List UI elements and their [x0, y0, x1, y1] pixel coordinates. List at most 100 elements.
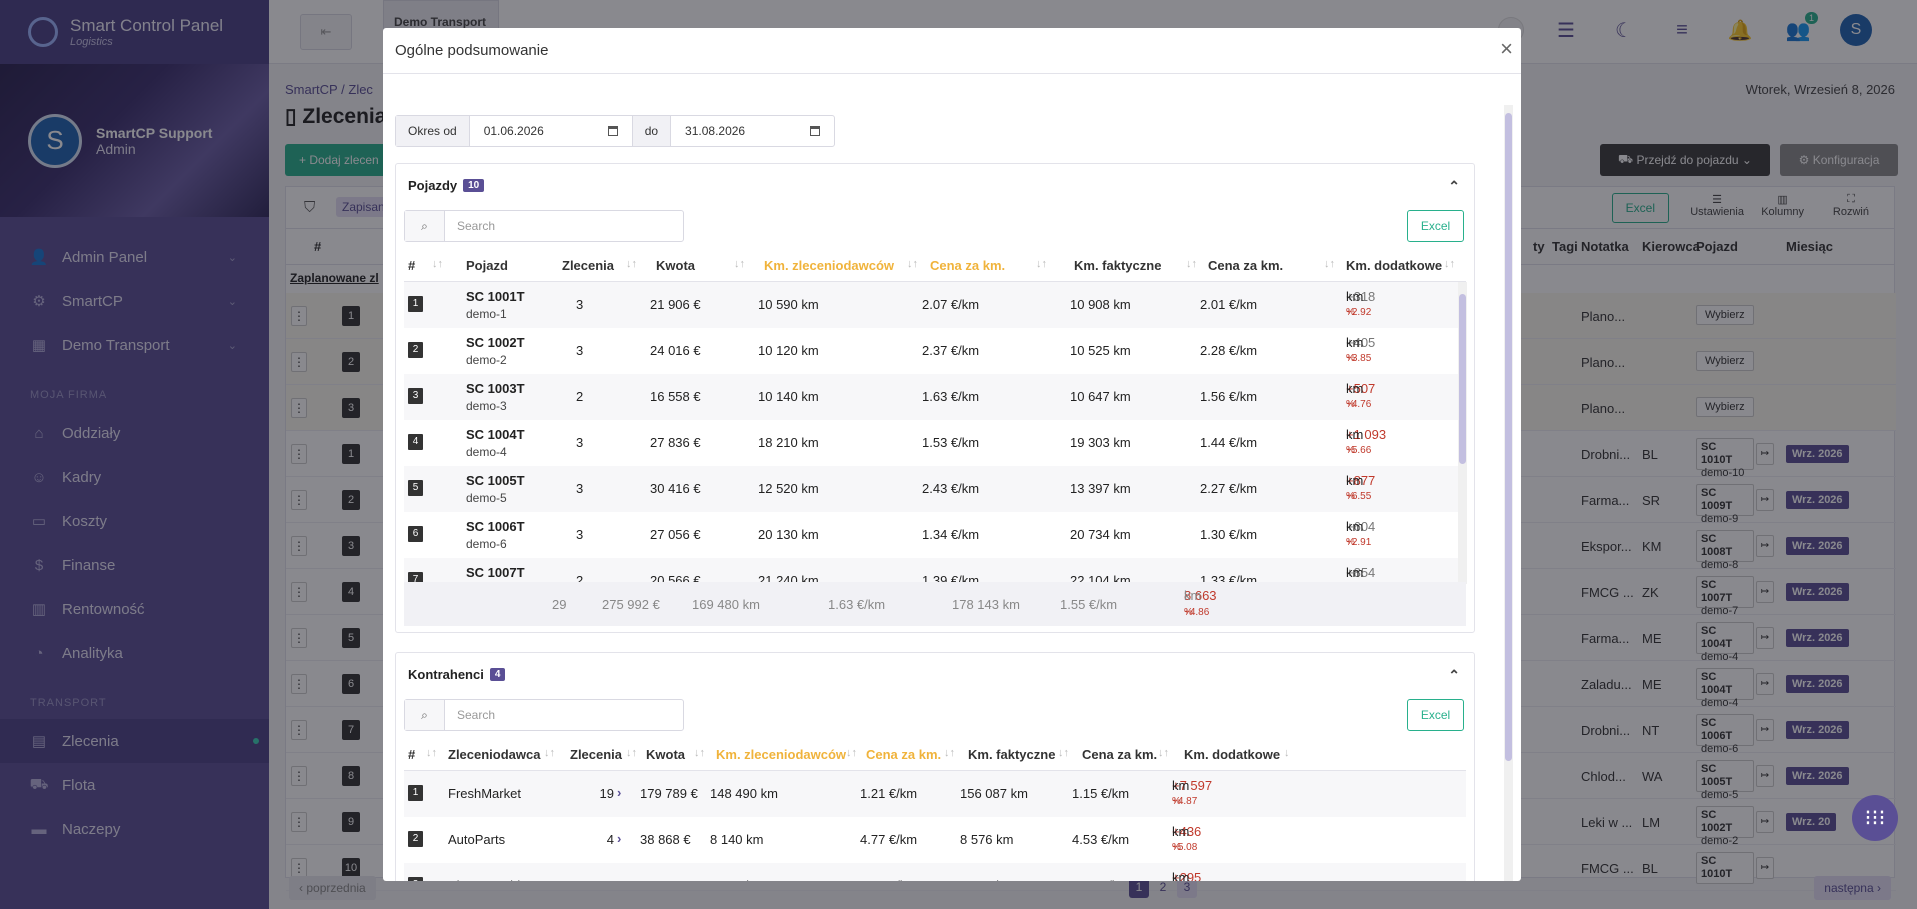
col-km-faktyczne[interactable]: Km. faktyczne: [1074, 258, 1161, 273]
vehicles-search[interactable]: ⌕ Search: [404, 210, 684, 242]
col-cena-za-km[interactable]: Cena za km.: [930, 258, 1005, 273]
scrollbar-thumb[interactable]: [1505, 113, 1512, 761]
sort-icon[interactable]: ↓↑: [544, 747, 555, 759]
vehicle-km: 10 140 km: [758, 389, 819, 404]
sort-icon[interactable]: ↓↑: [626, 258, 637, 270]
col-cena-za-km-real[interactable]: Cena za km.: [1082, 747, 1157, 762]
col-zlecenia[interactable]: Zlecenia: [570, 747, 622, 762]
client-km: 148 490 km: [710, 786, 778, 801]
chevron-right-icon[interactable]: ›: [617, 785, 621, 800]
clients-search[interactable]: ⌕ Search: [404, 699, 684, 731]
vehicles-scrollbar[interactable]: [1458, 282, 1467, 584]
vehicle-real-price: 2.01 €/km: [1200, 297, 1258, 312]
km-unit: km: [1346, 427, 1364, 442]
modal-title: Ogólne podsumowanie: [395, 42, 549, 59]
clients-search-input[interactable]: Search: [445, 700, 495, 730]
vehicle-km: 12 520 km: [758, 481, 819, 496]
sort-icon[interactable]: ↓↑: [1186, 258, 1197, 270]
vehicle-amount: 24 016 €: [650, 343, 701, 358]
sort-icon[interactable]: ↓↑: [694, 747, 705, 759]
col-kwota[interactable]: Kwota: [656, 258, 695, 273]
total-price: 1.63 €/km: [828, 597, 886, 612]
col-km-zleceniodawcow[interactable]: Km. zleceniodawców: [716, 747, 846, 762]
vehicle-reg: SC 1007T: [466, 565, 525, 580]
vehicle-row[interactable]: 2 SC 1002T demo-2 3 24 016 € 10 120 km 2.37 €/…: [404, 328, 1466, 374]
vehicle-real-price: 2.27 €/km: [1200, 481, 1258, 496]
sort-icon[interactable]: ↓↑: [1324, 258, 1335, 270]
sort-icon[interactable]: ↓↑: [426, 747, 437, 759]
vehicle-row[interactable]: 7 SC 1007T 2 20 566 € 21 240 km 1.39 €/km 22 1…: [404, 558, 1466, 582]
pct-unit: %: [1346, 491, 1355, 502]
calendar-icon[interactable]: [607, 126, 618, 136]
vehicle-row[interactable]: 1 SC 1001T demo-1 3 21 906 € 10 590 km 2.07 €/…: [404, 282, 1466, 328]
sort-icon[interactable]: ↓↑: [734, 258, 745, 270]
modal-header: Ogólne podsumowanie ×: [383, 28, 1521, 74]
modal-scrollbar[interactable]: [1504, 105, 1513, 881]
client-orders: 19: [599, 786, 614, 801]
client-real-km: 7 545 km: [960, 878, 1013, 881]
sort-icon[interactable]: ↓↑: [846, 747, 857, 759]
row-number: 4: [408, 434, 423, 450]
vehicle-name: demo-3: [466, 399, 507, 413]
total-km: 169 480 km: [692, 597, 760, 612]
sort-icon[interactable]: ↓↑: [1058, 747, 1069, 759]
client-price: 4.77 €/km: [860, 832, 918, 847]
vehicle-row[interactable]: 6 SC 1006T demo-6 3 27 056 € 20 130 km 1.34 €/…: [404, 512, 1466, 558]
col-km-faktyczne[interactable]: Km. faktyczne: [968, 747, 1055, 762]
chevron-right-icon[interactable]: ›: [617, 877, 621, 881]
vehicle-row[interactable]: 4 SC 1004T demo-4 3 27 836 € 18 210 km 1.53 €/…: [404, 420, 1466, 466]
sort-icon[interactable]: ↓↑: [907, 258, 918, 270]
sort-icon[interactable]: ↓↑: [1036, 258, 1047, 270]
client-km: 8 140 km: [710, 832, 764, 847]
sort-icon[interactable]: ↓↑: [1158, 747, 1169, 759]
clients-excel-button[interactable]: Excel: [1407, 699, 1464, 731]
scrollbar-thumb[interactable]: [1459, 294, 1466, 464]
col-kwota[interactable]: Kwota: [646, 747, 685, 762]
close-icon[interactable]: ×: [1500, 38, 1513, 60]
vehicle-price: 2.07 €/km: [922, 297, 980, 312]
col-cena-za-km-real[interactable]: Cena za km.: [1208, 258, 1283, 273]
vehicles-totals-row: 29 275 992 € 169 480 km 1.63 €/km 178 14…: [404, 582, 1466, 626]
vehicles-title: Pojazdy: [408, 177, 458, 193]
sort-icon[interactable]: ↓↑: [1444, 258, 1455, 270]
col-km-zleceniodawcow[interactable]: Km. zleceniodawców: [764, 258, 894, 273]
col-hash: #: [408, 258, 416, 273]
chevron-right-icon[interactable]: ›: [617, 831, 621, 846]
clients-card-header[interactable]: Kontrahenci 4 ⌃: [396, 653, 1474, 695]
col-zleceniodawca[interactable]: Zleceniodawca: [448, 747, 540, 762]
vehicle-real-km: 22 104 km: [1070, 573, 1131, 582]
vehicle-row[interactable]: 5 SC 1005T demo-5 3 30 416 € 12 520 km 2.43 €/…: [404, 466, 1466, 512]
vehicles-card-header[interactable]: Pojazdy 10 ⌃: [396, 164, 1474, 206]
sort-icon[interactable]: ↓: [1284, 747, 1290, 759]
period-from-input[interactable]: 01.06.2026: [470, 116, 633, 146]
vehicle-row[interactable]: 3 SC 1003T demo-3 2 16 558 € 10 140 km 1.63 €/…: [404, 374, 1466, 420]
client-row[interactable]: 2 AutoParts 4 › 38 868 € 8 140 km 4.77 €/km 8 5…: [404, 817, 1466, 863]
sort-icon[interactable]: ↓↑: [626, 747, 637, 759]
clients-title: Kontrahenci: [408, 666, 484, 682]
km-unit: km: [1346, 473, 1364, 488]
sort-icon[interactable]: ↓↑: [944, 747, 955, 759]
sort-icon[interactable]: ↓↑: [432, 258, 443, 270]
km-unit: km: [1172, 778, 1190, 793]
chevron-up-icon[interactable]: ⌃: [1448, 178, 1460, 195]
col-pojazd[interactable]: Pojazd: [466, 258, 508, 273]
pct-unit: %: [1346, 353, 1355, 364]
col-hash: #: [408, 747, 416, 762]
col-zlecenia[interactable]: Zlecenia: [562, 258, 614, 273]
client-row[interactable]: 3PharmaCold3›26 092 €7 250 km3.60 €/km7 …: [404, 863, 1466, 881]
col-km-dodatkowe[interactable]: Km. dodatkowe: [1184, 747, 1280, 762]
client-row[interactable]: 1 FreshMarket 19 › 179 789 € 148 490 km 1.21 €…: [404, 771, 1466, 817]
col-cena-za-km[interactable]: Cena za km.: [866, 747, 941, 762]
vehicle-real-price: 1.33 €/km: [1200, 573, 1258, 582]
col-km-dodatkowe[interactable]: Km. dodatkowe: [1346, 258, 1442, 273]
client-real-km: 156 087 km: [960, 786, 1028, 801]
client-name: AutoParts: [448, 832, 506, 847]
vehicles-search-input[interactable]: Search: [445, 211, 495, 241]
vehicles-excel-button[interactable]: Excel: [1407, 210, 1464, 242]
vehicle-km: 10 120 km: [758, 343, 819, 358]
vehicle-real-km: 10 525 km: [1070, 343, 1131, 358]
chevron-up-icon[interactable]: ⌃: [1448, 667, 1460, 684]
apps-grid-button[interactable]: ⁝⁝⁝: [1852, 795, 1898, 841]
calendar-icon[interactable]: [810, 126, 821, 136]
period-to-input[interactable]: 31.08.2026: [671, 116, 834, 146]
